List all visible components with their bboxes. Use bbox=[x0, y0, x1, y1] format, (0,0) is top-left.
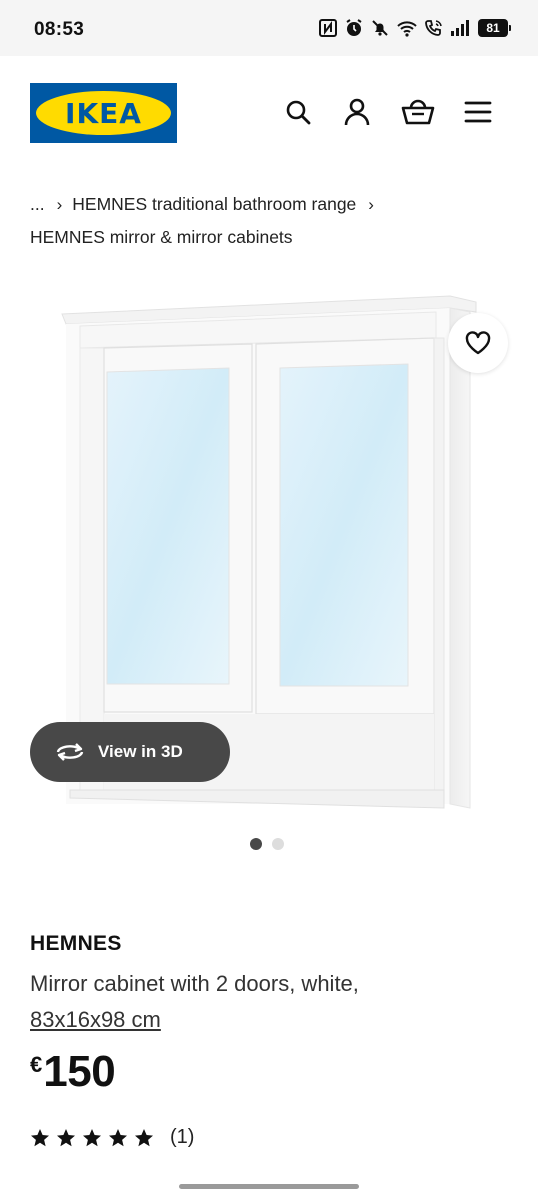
price-value: 150 bbox=[43, 1047, 116, 1096]
product-price: € 150 bbox=[30, 1046, 116, 1098]
breadcrumb: ... › HEMNES traditional bathroom range … bbox=[30, 188, 510, 254]
site-header: IKEA bbox=[0, 56, 538, 176]
wifi-icon bbox=[397, 21, 417, 37]
mute-bell-icon bbox=[372, 20, 388, 36]
breadcrumb-separator: › bbox=[56, 195, 63, 214]
wifi-calling-icon bbox=[425, 20, 442, 36]
rating-stars bbox=[30, 1128, 154, 1148]
product-name: HEMNES bbox=[30, 932, 122, 955]
battery-icon: 81 bbox=[478, 19, 511, 37]
star-icon bbox=[57, 1128, 75, 1146]
carousel-dot-1[interactable] bbox=[250, 838, 262, 850]
star-icon bbox=[109, 1128, 127, 1146]
account-icon[interactable] bbox=[342, 97, 372, 127]
star-icon bbox=[83, 1128, 101, 1146]
logo-oval: IKEA bbox=[36, 91, 171, 135]
view-in-3d-label: View in 3D bbox=[98, 742, 183, 761]
breadcrumb-current[interactable]: HEMNES mirror & mirror cabinets bbox=[30, 221, 293, 254]
star-icon bbox=[135, 1128, 153, 1146]
menu-icon[interactable] bbox=[463, 97, 493, 127]
ikea-logo[interactable]: IKEA bbox=[30, 83, 177, 143]
status-bar: 08:53 81 bbox=[0, 0, 538, 56]
product-rating[interactable]: (1) bbox=[30, 1126, 194, 1149]
product-type: Mirror cabinet with 2 doors, white, bbox=[30, 971, 359, 996]
nfc-icon bbox=[319, 19, 337, 37]
review-count: (1) bbox=[170, 1126, 195, 1148]
search-icon[interactable] bbox=[283, 97, 313, 127]
signal-icon bbox=[451, 20, 469, 36]
logo-text: IKEA bbox=[65, 96, 142, 130]
basket-icon[interactable] bbox=[401, 97, 435, 127]
product-size-link[interactable]: 83x16x98 cm bbox=[30, 1007, 161, 1032]
breadcrumb-line-2: HEMNES mirror & mirror cabinets bbox=[30, 221, 510, 254]
breadcrumb-separator: › bbox=[368, 195, 374, 214]
view-in-3d-button[interactable]: View in 3D bbox=[30, 722, 230, 782]
breadcrumb-parent[interactable]: HEMNES traditional bathroom range bbox=[72, 188, 356, 221]
carousel-dot-2[interactable] bbox=[272, 838, 284, 850]
alarm-icon bbox=[346, 19, 362, 36]
breadcrumb-ellipsis[interactable]: ... bbox=[30, 188, 45, 221]
star-icon bbox=[31, 1128, 49, 1146]
favourite-button[interactable] bbox=[448, 313, 508, 373]
heart-icon bbox=[465, 331, 491, 355]
price-currency: € bbox=[30, 1052, 43, 1077]
carousel-dots bbox=[250, 838, 284, 850]
product-description: Mirror cabinet with 2 doors, white, 83x1… bbox=[30, 966, 510, 1038]
status-icons: 81 bbox=[318, 18, 511, 38]
breadcrumb-line-1: ... › HEMNES traditional bathroom range … bbox=[30, 188, 510, 221]
home-indicator[interactable] bbox=[179, 1184, 359, 1189]
rotate-icon bbox=[56, 743, 84, 761]
status-time: 08:53 bbox=[34, 19, 85, 40]
